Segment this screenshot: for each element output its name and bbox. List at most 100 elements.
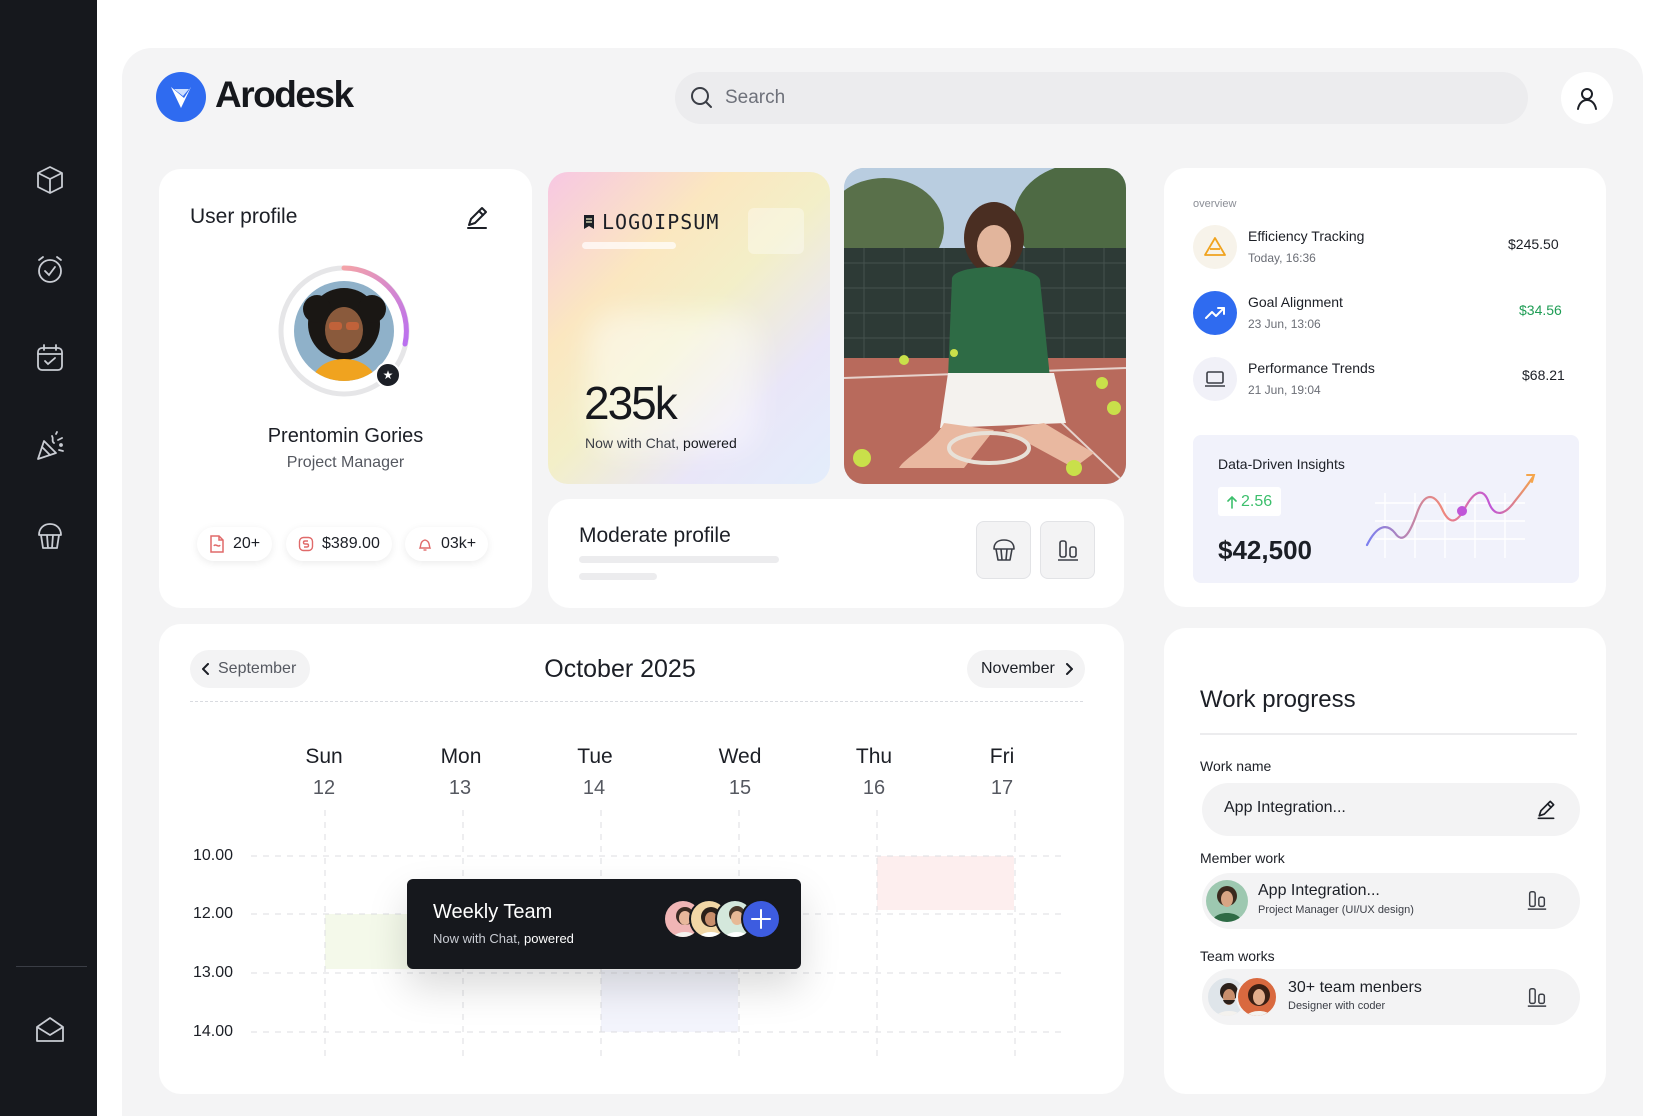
time-label: 13.00 bbox=[193, 964, 234, 981]
overview-item-title: Performance Trends bbox=[1248, 360, 1375, 376]
day-name: Tue bbox=[577, 745, 613, 768]
add-member-button[interactable] bbox=[741, 899, 781, 939]
edit-profile-button[interactable] bbox=[464, 204, 490, 235]
team-works-row[interactable]: 30+ team menbers Designer with coder bbox=[1202, 969, 1580, 1025]
app-name: Arodesk bbox=[215, 74, 354, 115]
party-popper-icon[interactable] bbox=[32, 428, 68, 464]
moderate-profile-title: Moderate profile bbox=[579, 524, 731, 547]
event-title: Weekly Team bbox=[433, 901, 553, 923]
time-label: 14.00 bbox=[193, 1023, 234, 1040]
calendar-header-divider bbox=[190, 701, 1083, 702]
insights-delta: 2.56 bbox=[1241, 492, 1273, 510]
promo-metric: 235k bbox=[584, 377, 678, 429]
search-icon bbox=[691, 87, 712, 108]
insights-title: Data-Driven Insights bbox=[1218, 456, 1345, 472]
event-weekly-team[interactable]: Weekly Team Now with Chat, powered bbox=[407, 879, 801, 969]
next-month-button[interactable]: November bbox=[967, 650, 1085, 688]
laptop-icon bbox=[1205, 371, 1225, 387]
overview-item-goal-icon bbox=[1193, 291, 1237, 335]
tennis-photo bbox=[844, 168, 1126, 484]
plus-icon bbox=[751, 909, 771, 929]
moderate-profile-card bbox=[548, 499, 1124, 608]
bar-chart-icon bbox=[1527, 891, 1547, 910]
overview-item-date: Today, 16:36 bbox=[1248, 251, 1316, 265]
time-label: 10.00 bbox=[193, 847, 234, 864]
overview-label: overview bbox=[1193, 198, 1237, 210]
promo-card[interactable]: LOGOIPSUM 235k Now with Chat, powered bbox=[548, 172, 830, 484]
day-number[interactable]: 14 bbox=[554, 777, 634, 800]
day-number[interactable]: 13 bbox=[420, 777, 500, 800]
promo-caption: Now with Chat, powered bbox=[585, 435, 737, 451]
star-badge-icon: ★ bbox=[375, 362, 401, 388]
day-number[interactable]: 16 bbox=[834, 777, 914, 800]
member-avatar bbox=[1206, 880, 1248, 922]
user-icon bbox=[1577, 88, 1597, 110]
day-number[interactable]: 15 bbox=[700, 777, 780, 800]
stat-pill-earnings[interactable]: $389.00 bbox=[286, 527, 392, 561]
insights-delta-badge: 2.56 bbox=[1218, 487, 1282, 516]
cupcake-icon bbox=[992, 539, 1015, 561]
overview-item-amount: $245.50 bbox=[1508, 236, 1559, 252]
overview-item-title: Goal Alignment bbox=[1248, 294, 1343, 310]
alarm-clock-icon[interactable] bbox=[32, 252, 68, 288]
bell-icon bbox=[418, 539, 432, 551]
member-work-title: App Integration... bbox=[1258, 882, 1380, 899]
trend-up-icon bbox=[1205, 307, 1225, 319]
overview-item-date: 23 Jun, 13:06 bbox=[1248, 317, 1321, 331]
moderate-placeholder-bar-1 bbox=[579, 556, 779, 563]
member-stats-button[interactable] bbox=[1526, 889, 1548, 916]
sidebar-divider bbox=[16, 966, 87, 967]
dollar-badge-icon bbox=[298, 536, 314, 552]
box-icon[interactable] bbox=[32, 162, 68, 198]
next-month-label: November bbox=[981, 660, 1055, 677]
profile-avatar: ★ bbox=[277, 264, 411, 398]
insights-value: $42,500 bbox=[1218, 535, 1312, 565]
work-progress-title: Work progress bbox=[1200, 686, 1356, 713]
chevron-left-icon bbox=[202, 663, 209, 675]
event-caption: Now with Chat, powered bbox=[433, 931, 574, 946]
team-works-title: 30+ team menbers bbox=[1288, 979, 1422, 996]
day-name: Fri bbox=[989, 745, 1015, 768]
edit-work-name-button[interactable] bbox=[1535, 798, 1557, 825]
work-progress-divider bbox=[1200, 733, 1577, 735]
mail-icon[interactable] bbox=[32, 1012, 68, 1048]
calendar-check-icon[interactable] bbox=[32, 340, 68, 376]
cupcake-button[interactable] bbox=[976, 521, 1031, 579]
search-bar[interactable] bbox=[675, 72, 1528, 124]
chevron-right-icon bbox=[1065, 663, 1073, 675]
bar-chart-icon bbox=[1527, 988, 1547, 1007]
promo-logo: LOGOIPSUM bbox=[582, 210, 719, 234]
user-profile-title: User profile bbox=[190, 205, 298, 228]
arrow-up-icon bbox=[1227, 495, 1237, 509]
member-work-label: Member work bbox=[1200, 850, 1285, 866]
file-icon bbox=[210, 535, 224, 553]
member-work-subtitle: Project Manager (UI/UX design) bbox=[1258, 904, 1414, 916]
search-input[interactable] bbox=[725, 87, 1425, 109]
prev-month-button[interactable]: September bbox=[190, 650, 311, 688]
day-name: Mon bbox=[440, 745, 482, 768]
overview-item-amount: $68.21 bbox=[1522, 367, 1565, 383]
work-name-field[interactable]: App Integration... bbox=[1202, 783, 1580, 836]
member-work-row[interactable]: App Integration... Project Manager (UI/U… bbox=[1202, 873, 1580, 929]
stats-button[interactable] bbox=[1040, 521, 1095, 579]
overview-item-amount: $34.56 bbox=[1519, 302, 1562, 318]
day-number[interactable]: 17 bbox=[962, 777, 1042, 800]
team-stats-button[interactable] bbox=[1526, 986, 1548, 1013]
promo-logo-text: LOGOIPSUM bbox=[602, 210, 720, 234]
prev-month-label: September bbox=[218, 660, 297, 677]
profile-role: Project Manager bbox=[286, 454, 405, 471]
day-name: Thu bbox=[855, 745, 893, 768]
promo-placeholder-bar bbox=[582, 242, 676, 249]
logo-icon[interactable] bbox=[156, 72, 206, 122]
stat-files-value: 20+ bbox=[233, 535, 261, 552]
overview-item-title: Efficiency Tracking bbox=[1248, 228, 1365, 244]
stat-pill-notifications[interactable]: 03k+ bbox=[405, 527, 489, 561]
day-number[interactable]: 12 bbox=[284, 777, 364, 800]
work-name-value: App Integration... bbox=[1224, 799, 1346, 816]
account-button[interactable] bbox=[1561, 72, 1613, 124]
stat-pill-files[interactable]: 20+ bbox=[197, 527, 273, 561]
cupcake-icon[interactable] bbox=[32, 518, 68, 554]
day-name: Wed bbox=[718, 745, 762, 768]
day-name: Sun bbox=[305, 745, 343, 768]
stat-notifications-value: 03k+ bbox=[441, 535, 477, 552]
